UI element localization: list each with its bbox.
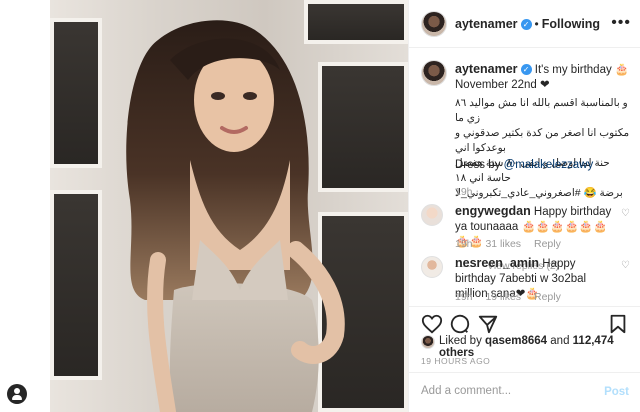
caption-time[interactable]: 19h bbox=[455, 186, 473, 198]
comment-meta: 19h 19 likes Reply bbox=[455, 291, 571, 303]
comment-meta: 19h 31 likes Reply bbox=[455, 238, 571, 250]
caption-username[interactable]: aytenamer bbox=[455, 62, 518, 76]
profile-icon[interactable] bbox=[7, 384, 27, 404]
post-photo[interactable] bbox=[50, 0, 408, 412]
post-sidebar: aytenamer ✓ • Following ••• aytenamer ✓ It's… bbox=[408, 0, 640, 412]
author-avatar[interactable] bbox=[421, 11, 447, 37]
comment-like-heart-icon[interactable]: ♡ bbox=[621, 208, 631, 219]
instagram-post-page: aytenamer ✓ • Following ••• aytenamer ✓ It's… bbox=[0, 0, 640, 412]
post-header: aytenamer ✓ • Following ••• bbox=[409, 0, 640, 48]
caption-arabic-line: و بالمناسبة اقسم بالله انا مش مواليد ٨٦ … bbox=[455, 97, 628, 124]
separator-dot: • bbox=[534, 17, 539, 31]
comment-reply-button[interactable]: Reply bbox=[534, 291, 561, 303]
comment-username[interactable]: engywegdan bbox=[455, 204, 531, 218]
liked-by-user[interactable]: qasem8664 bbox=[485, 335, 547, 347]
comment-username[interactable]: nesreen_amin bbox=[455, 256, 539, 270]
caption-text: aytenamer ✓ It's my birthday 🎂 November 2… bbox=[455, 62, 631, 93]
post-timestamp[interactable]: 19 HOURS AGO bbox=[421, 356, 490, 366]
comment-reply-button[interactable]: Reply bbox=[534, 238, 561, 250]
comment-time[interactable]: 19h bbox=[455, 238, 473, 250]
commenter-avatar[interactable] bbox=[421, 256, 443, 278]
comment-like-heart-icon[interactable]: ♡ bbox=[621, 260, 631, 271]
dress-designer-link[interactable]: @malakelezzawy bbox=[504, 159, 594, 171]
add-comment-bar: Post bbox=[409, 372, 640, 412]
verified-badge-icon: ✓ bbox=[520, 64, 532, 76]
like-heart-icon[interactable] bbox=[421, 313, 443, 335]
verified-badge-icon: ✓ bbox=[520, 19, 532, 31]
caption-meta: 19h bbox=[455, 186, 483, 198]
add-comment-input[interactable] bbox=[421, 385, 591, 397]
comment-time[interactable]: 19h bbox=[455, 291, 473, 303]
comments-scroll-area[interactable]: aytenamer ✓ It's my birthday 🎂 November 2… bbox=[409, 48, 640, 306]
dress-label: Dress by bbox=[455, 159, 501, 171]
liker-avatar[interactable] bbox=[421, 335, 435, 349]
comment-bubble-icon[interactable] bbox=[449, 313, 471, 335]
caption-dress-line: Dress by @malakelezzawy bbox=[455, 158, 631, 173]
left-gutter bbox=[0, 0, 50, 412]
following-button[interactable]: Following bbox=[542, 17, 600, 31]
caption-arabic-line: مكتوب انا اصغر من كدة بكتير صدقوني و بوع… bbox=[455, 127, 630, 154]
caption-author-avatar[interactable] bbox=[421, 60, 447, 86]
more-options-icon[interactable]: ••• bbox=[611, 14, 631, 32]
post-comment-button[interactable]: Post bbox=[604, 386, 629, 398]
comment-likes[interactable]: 19 likes bbox=[485, 291, 521, 303]
share-arrow-icon[interactable] bbox=[477, 313, 499, 335]
liked-by-prefix: Liked by bbox=[439, 335, 482, 347]
commenter-avatar[interactable] bbox=[421, 204, 443, 226]
liked-by-and: and bbox=[550, 335, 570, 347]
comment-likes[interactable]: 31 likes bbox=[485, 238, 521, 250]
save-bookmark-icon[interactable] bbox=[607, 313, 629, 335]
author-line: aytenamer ✓ • Following bbox=[455, 17, 600, 31]
author-username[interactable]: aytenamer bbox=[455, 17, 518, 31]
woman-figure-illustration bbox=[126, 20, 345, 412]
